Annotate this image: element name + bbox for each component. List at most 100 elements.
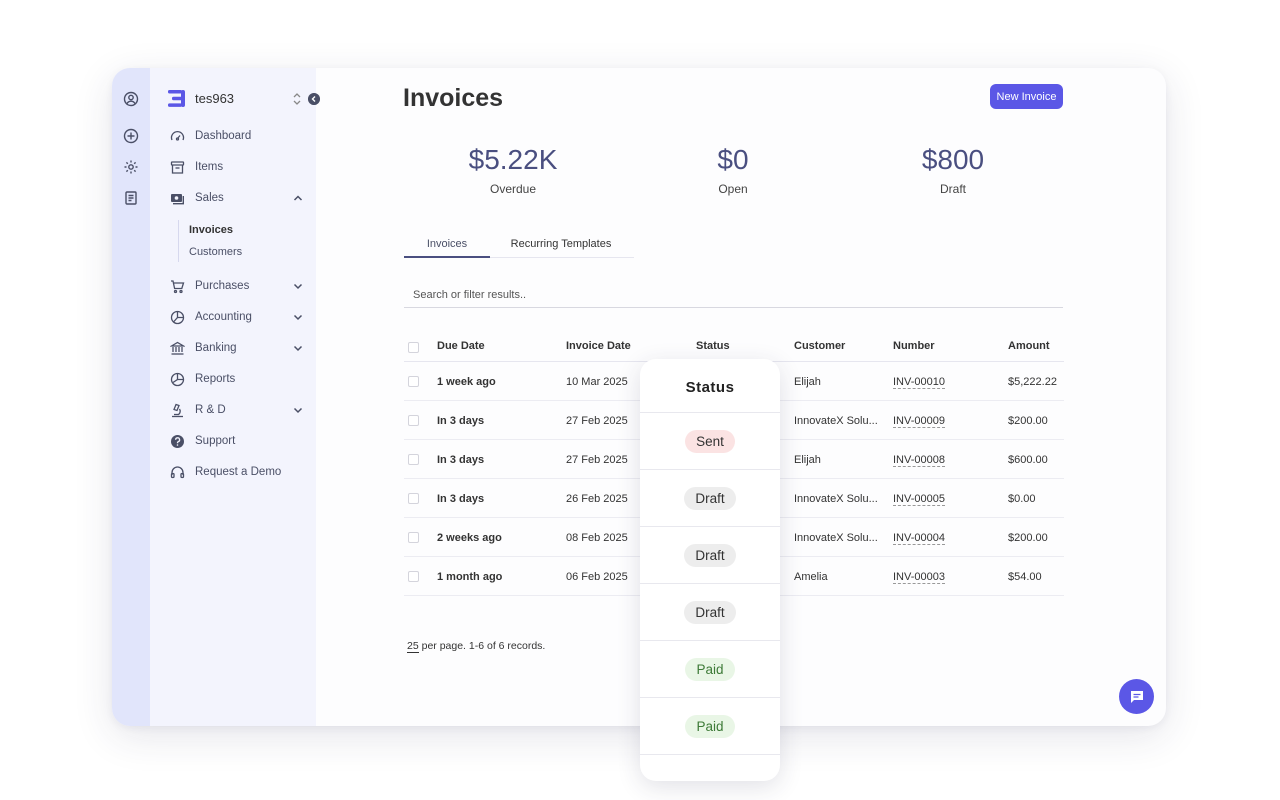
stat-label: Draft <box>939 182 966 196</box>
chevron-up-icon[interactable] <box>292 192 304 204</box>
select-all-checkbox[interactable] <box>408 342 419 353</box>
tab-recurring-templates[interactable]: Recurring Templates <box>502 238 620 258</box>
app-window: tes963 Dashboard Items Sales Invoices Cu… <box>112 68 1166 726</box>
due-date: In 3 days <box>437 493 485 505</box>
invoice-date: 27 Feb 2025 <box>566 415 628 427</box>
sidebar-item-items[interactable]: Items <box>170 157 304 177</box>
chevron-down-icon[interactable] <box>292 342 304 354</box>
stat-value: $800 <box>921 144 985 175</box>
invoice-date: 08 Feb 2025 <box>566 532 628 544</box>
column-header[interactable]: Status <box>696 340 730 352</box>
customer: InnovateX Solu... <box>794 493 878 505</box>
invoice-date: 06 Feb 2025 <box>566 571 628 583</box>
sales-icon <box>171 193 184 204</box>
stat-open: $0 Open <box>643 144 823 196</box>
amount: $200.00 <box>1008 415 1048 427</box>
status-column-popup: Status Sent Draft Draft Draft Paid Paid <box>640 359 780 781</box>
document-icon[interactable] <box>123 190 139 206</box>
due-date: 1 month ago <box>437 571 503 583</box>
chat-bubble-icon <box>1130 690 1143 703</box>
status-badge: Sent <box>685 429 735 453</box>
chevron-down-icon[interactable] <box>292 404 304 416</box>
pagination-info: 25 per page. 1-6 of 6 records. <box>407 640 545 653</box>
brand-logo-icon <box>168 90 185 107</box>
status-cell: Paid <box>640 641 780 698</box>
stat-draft: $800 Draft <box>863 144 1043 196</box>
column-header[interactable]: Number <box>893 340 935 352</box>
amount: $54.00 <box>1008 571 1042 583</box>
status-cell: Paid <box>640 698 780 755</box>
row-checkbox[interactable] <box>408 415 419 426</box>
chat-button[interactable] <box>1119 679 1154 714</box>
gear-icon[interactable] <box>123 159 139 175</box>
sidebar-item-banking[interactable]: Banking <box>170 338 304 358</box>
sidebar-item-support[interactable]: Support <box>170 431 304 451</box>
customer: InnovateX Solu... <box>794 532 878 544</box>
customer: Elijah <box>794 376 821 388</box>
sidebar-subitem-customers[interactable]: Customers <box>189 246 242 258</box>
microscope-icon <box>172 403 183 417</box>
sidebar-item-reports[interactable]: Reports <box>170 369 304 389</box>
sidebar-item-request-demo[interactable]: Request a Demo <box>170 462 304 482</box>
bank-icon <box>170 341 185 355</box>
sidebar-item-rnd[interactable]: R & D <box>170 400 304 420</box>
search-input[interactable] <box>404 282 1063 308</box>
sidebar-subitem-invoices[interactable]: Invoices <box>189 224 233 236</box>
page-title: Invoices <box>403 84 504 112</box>
column-header[interactable]: Amount <box>1008 340 1050 352</box>
chevron-down-icon[interactable] <box>292 311 304 323</box>
sidebar-item-sales[interactable]: Sales <box>170 188 304 208</box>
amount: $0.00 <box>1008 493 1036 505</box>
status-cell: Draft <box>640 470 780 527</box>
invoice-number-link[interactable]: INV-00004 <box>893 532 945 545</box>
row-checkbox[interactable] <box>408 454 419 465</box>
org-name: tes963 <box>195 91 235 106</box>
icon-rail <box>112 68 150 726</box>
due-date: In 3 days <box>437 415 485 427</box>
new-invoice-button[interactable]: New Invoice <box>990 84 1063 109</box>
invoice-number-link[interactable]: INV-00008 <box>893 454 945 467</box>
invoice-date: 10 Mar 2025 <box>566 376 628 388</box>
row-checkbox[interactable] <box>408 571 419 582</box>
invoice-number-link[interactable]: INV-00005 <box>893 493 945 506</box>
stat-value: $0 <box>717 144 749 175</box>
chevron-up-down-icon[interactable] <box>292 92 302 106</box>
headset-icon <box>170 465 185 478</box>
chevron-down-icon[interactable] <box>292 280 304 292</box>
status-badge: Draft <box>684 486 736 510</box>
tab-bar: Invoices Recurring Templates <box>404 234 634 258</box>
status-cell: Draft <box>640 584 780 641</box>
row-checkbox[interactable] <box>408 532 419 543</box>
invoice-number-link[interactable]: INV-00010 <box>893 376 945 389</box>
user-circle-icon[interactable] <box>123 91 139 107</box>
org-switcher[interactable]: tes963 <box>168 90 234 107</box>
per-page-selector[interactable]: 25 <box>407 640 419 653</box>
row-checkbox[interactable] <box>408 376 419 387</box>
due-date: In 3 days <box>437 454 485 466</box>
cart-icon <box>171 279 185 293</box>
row-checkbox[interactable] <box>408 493 419 504</box>
plus-circle-icon[interactable] <box>123 128 139 144</box>
customer: InnovateX Solu... <box>794 415 878 427</box>
amount: $600.00 <box>1008 454 1048 466</box>
submenu-line <box>178 220 179 262</box>
archive-box-icon <box>170 160 185 174</box>
status-badge: Draft <box>684 600 736 624</box>
sidebar-item-purchases[interactable]: Purchases <box>170 276 304 296</box>
sidebar: tes963 Dashboard Items Sales Invoices Cu… <box>150 68 320 726</box>
pie-chart-icon <box>170 310 185 324</box>
tab-invoices[interactable]: Invoices <box>404 238 490 258</box>
status-badge: Paid <box>685 714 735 738</box>
invoice-number-link[interactable]: INV-00009 <box>893 415 945 428</box>
stat-label: Overdue <box>489 182 537 196</box>
stat-value: $5.22K <box>468 144 558 175</box>
amount: $5,222.22 <box>1008 376 1057 388</box>
column-header[interactable]: Due Date <box>437 340 485 352</box>
invoice-number-link[interactable]: INV-00003 <box>893 571 945 584</box>
sidebar-item-dashboard[interactable]: Dashboard <box>170 126 304 146</box>
status-badge: Draft <box>684 543 736 567</box>
invoice-date: 26 Feb 2025 <box>566 493 628 505</box>
column-header[interactable]: Invoice Date <box>566 340 631 352</box>
column-header[interactable]: Customer <box>794 340 845 352</box>
sidebar-item-accounting[interactable]: Accounting <box>170 307 304 327</box>
